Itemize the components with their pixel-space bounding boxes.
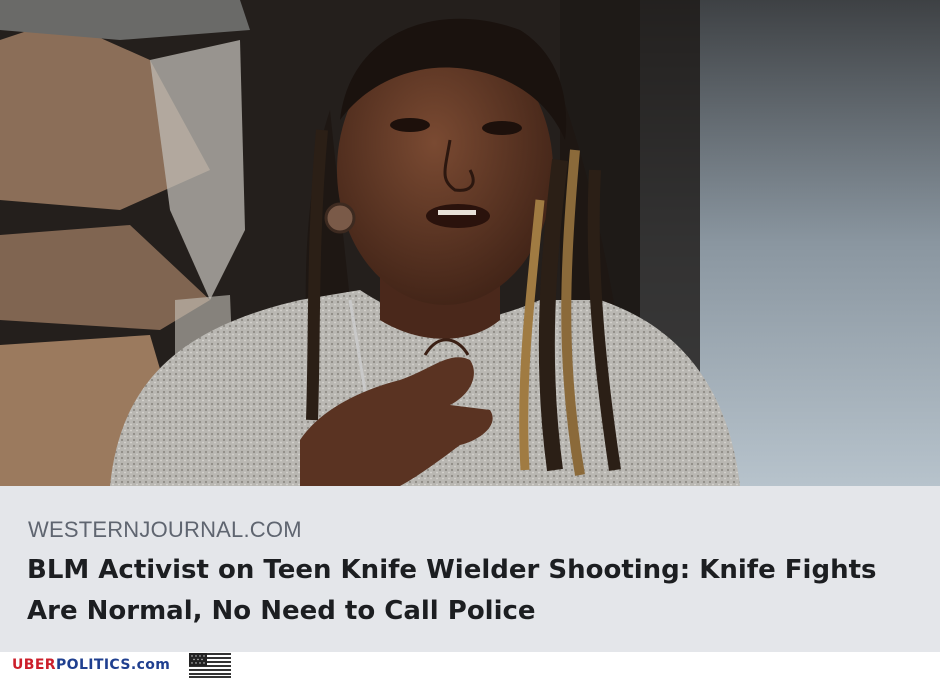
article-headline[interactable]: BLM Activist on Teen Knife Wielder Shoot… bbox=[27, 550, 917, 632]
article-photo[interactable] bbox=[0, 0, 940, 486]
photo-woman-speaking-image bbox=[0, 0, 940, 486]
watermark-uber: UBER bbox=[12, 657, 56, 673]
link-preview-card[interactable]: WESTERNJOURNAL.COM BLM Activist on Teen … bbox=[0, 0, 940, 652]
watermark-bar: UBERPOLITICS.com bbox=[0, 652, 940, 679]
link-meta-panel[interactable]: WESTERNJOURNAL.COM BLM Activist on Teen … bbox=[0, 486, 940, 652]
source-domain[interactable]: WESTERNJOURNAL.COM bbox=[28, 517, 302, 543]
site-watermark: UBERPOLITICS.com bbox=[12, 657, 170, 673]
watermark-com: .com bbox=[130, 657, 171, 673]
us-flag-icon bbox=[189, 653, 231, 678]
watermark-politics: POLITICS bbox=[55, 657, 131, 673]
